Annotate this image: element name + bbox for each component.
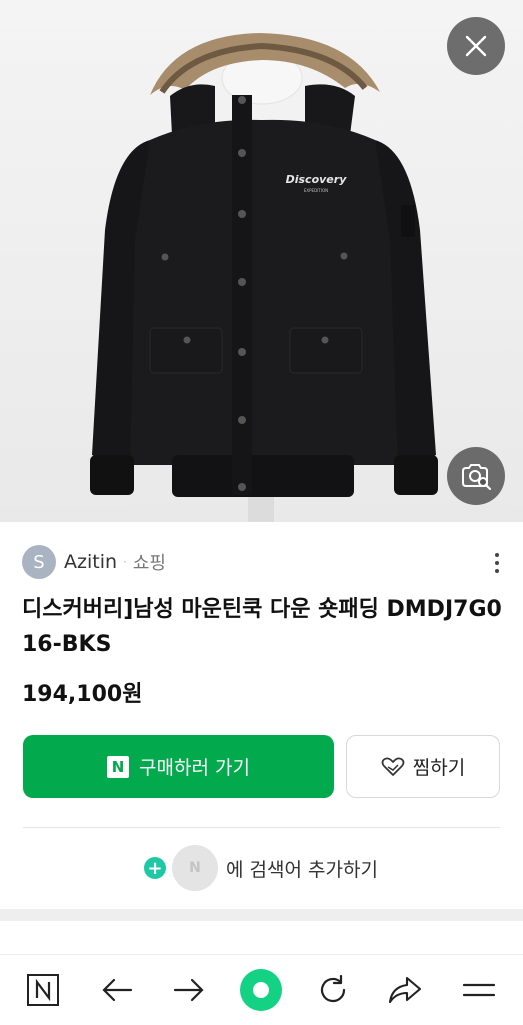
green-dot-icon bbox=[240, 969, 282, 1011]
home-button[interactable] bbox=[20, 967, 66, 1013]
green-dot-button[interactable] bbox=[238, 967, 284, 1013]
product-title: 디스커버리]남성 마운틴쿡 다운 숏패딩 DMDJ7G016-BKS bbox=[22, 597, 502, 657]
close-button[interactable] bbox=[447, 17, 505, 75]
share-button[interactable] bbox=[382, 967, 428, 1013]
section-separator bbox=[0, 909, 523, 921]
product-image[interactable]: Discovery EXPEDITION bbox=[0, 0, 523, 522]
wishlist-button[interactable]: 찜하기 bbox=[346, 735, 500, 798]
meta-separator: · bbox=[123, 555, 127, 569]
buy-button[interactable]: N 구매하러 가기 bbox=[23, 735, 334, 798]
close-icon bbox=[465, 35, 487, 57]
refresh-icon bbox=[320, 974, 346, 1003]
plus-icon: + bbox=[144, 857, 166, 879]
naver-n-icon: N bbox=[107, 755, 130, 778]
bottom-nav bbox=[0, 954, 523, 1025]
image-search-button[interactable] bbox=[447, 447, 505, 505]
wishlist-button-label: 찜하기 bbox=[412, 757, 466, 779]
share-icon bbox=[388, 976, 422, 1004]
back-button[interactable] bbox=[94, 967, 140, 1013]
seller-category: 쇼핑 bbox=[132, 553, 166, 574]
more-options-icon[interactable] bbox=[486, 548, 508, 578]
forward-button[interactable] bbox=[166, 967, 212, 1013]
arrow-left-icon bbox=[102, 978, 133, 1002]
product-price: 194,100원 bbox=[22, 682, 143, 707]
jacket-illustration: Discovery EXPEDITION bbox=[90, 33, 438, 522]
arrow-right-icon bbox=[173, 978, 204, 1002]
seller-avatar: S bbox=[22, 545, 56, 579]
add-search-term[interactable]: + N 에 검색어 추가하기 bbox=[144, 843, 378, 893]
hamburger-menu-icon bbox=[462, 983, 496, 997]
brand-logo: Discovery bbox=[286, 173, 348, 186]
divider bbox=[23, 827, 500, 828]
naver-home-icon bbox=[27, 974, 59, 1006]
menu-button[interactable] bbox=[456, 967, 502, 1013]
seller-info[interactable]: S Azitin · 쇼핑 bbox=[22, 545, 166, 579]
naver-placeholder-icon: N bbox=[172, 845, 218, 891]
heart-tag-icon bbox=[381, 757, 405, 776]
brand-logo-sub: EXPEDITION bbox=[304, 188, 328, 193]
refresh-button[interactable] bbox=[310, 967, 356, 1013]
image-search-icon bbox=[462, 464, 492, 491]
add-search-label: 에 검색어 추가하기 bbox=[226, 858, 378, 881]
buy-button-label: 구매하러 가기 bbox=[139, 757, 250, 779]
seller-name: Azitin bbox=[64, 551, 118, 573]
